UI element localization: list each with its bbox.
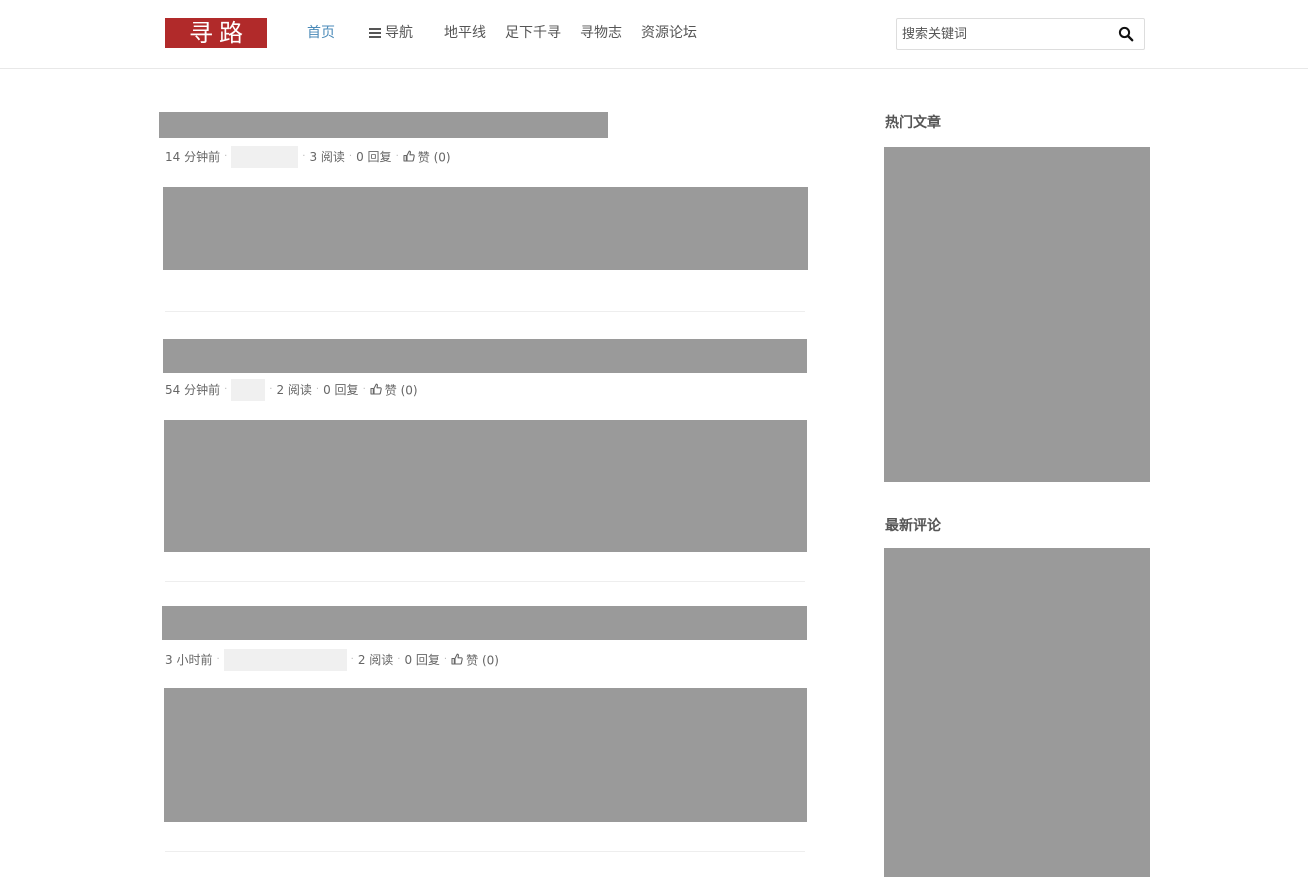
like-button[interactable]: 赞 (0) [451, 653, 499, 667]
like-label: 赞 [384, 383, 397, 398]
post-title[interactable] [162, 606, 807, 640]
nav-item-navigation[interactable]: 导航 [369, 23, 413, 43]
like-count: (0) [400, 383, 418, 398]
post-time: 3 小时前 [165, 653, 213, 667]
nav-item-navigation-label: 导航 [385, 25, 413, 41]
like-button[interactable]: 赞 (0) [403, 150, 451, 164]
like-button[interactable]: 赞 (0) [370, 383, 418, 397]
search-input[interactable] [897, 19, 1112, 49]
like-label: 赞 [466, 653, 479, 668]
post-author[interactable] [223, 649, 347, 671]
like-count: (0) [481, 653, 499, 668]
post-divider [165, 851, 805, 852]
like-label: 赞 [417, 150, 430, 165]
thumbs-up-icon [451, 653, 463, 665]
post-title[interactable] [163, 339, 807, 373]
post-meta: 54 分钟前 · · 2 阅读 · 0 回复 · 赞 (0) [165, 379, 418, 401]
post-author[interactable] [231, 379, 266, 401]
post-time: 14 分钟前 [165, 150, 221, 164]
post-replies: 0 回复 [404, 653, 440, 667]
like-count: (0) [433, 150, 451, 165]
nav-item-finds[interactable]: 寻物志 [580, 23, 622, 43]
post-excerpt[interactable] [164, 688, 807, 822]
post-replies: 0 回复 [323, 383, 359, 397]
thumbs-up-icon [403, 150, 415, 162]
hot-articles-widget[interactable] [884, 147, 1150, 482]
post-author[interactable] [231, 146, 299, 168]
site-logo[interactable]: 寻路 [165, 18, 267, 48]
search-icon[interactable] [1118, 26, 1134, 42]
post-meta: 3 小时前 · · 2 阅读 · 0 回复 · 赞 (0) [165, 649, 499, 671]
menu-icon [369, 28, 381, 38]
site-header: 寻路 首页 导航 地平线 足下千寻 寻物志 资源论坛 [0, 0, 1308, 69]
nav-item-footsteps[interactable]: 足下千寻 [505, 23, 561, 43]
recent-comments-widget[interactable] [884, 548, 1150, 877]
post-divider [165, 581, 805, 582]
post-reads: 3 阅读 [309, 150, 345, 164]
post-title[interactable] [159, 112, 608, 138]
post-replies: 0 回复 [356, 150, 392, 164]
sidebar-hot-title: 热门文章 [885, 115, 941, 131]
post-meta: 14 分钟前 · · 3 阅读 · 0 回复 · 赞 (0) [165, 146, 451, 168]
post-reads: 2 阅读 [357, 653, 394, 667]
nav-item-horizon[interactable]: 地平线 [444, 23, 486, 43]
post-time: 54 分钟前 [165, 383, 221, 397]
thumbs-up-icon [370, 383, 382, 395]
search-box [896, 18, 1145, 50]
post-divider [165, 311, 805, 312]
nav-item-home[interactable]: 首页 [307, 23, 335, 43]
post-reads: 2 阅读 [276, 383, 312, 397]
post-excerpt[interactable] [164, 420, 807, 552]
sidebar-comments-title: 最新评论 [885, 518, 941, 534]
nav-item-forum[interactable]: 资源论坛 [641, 23, 697, 43]
post-excerpt[interactable] [163, 187, 808, 270]
